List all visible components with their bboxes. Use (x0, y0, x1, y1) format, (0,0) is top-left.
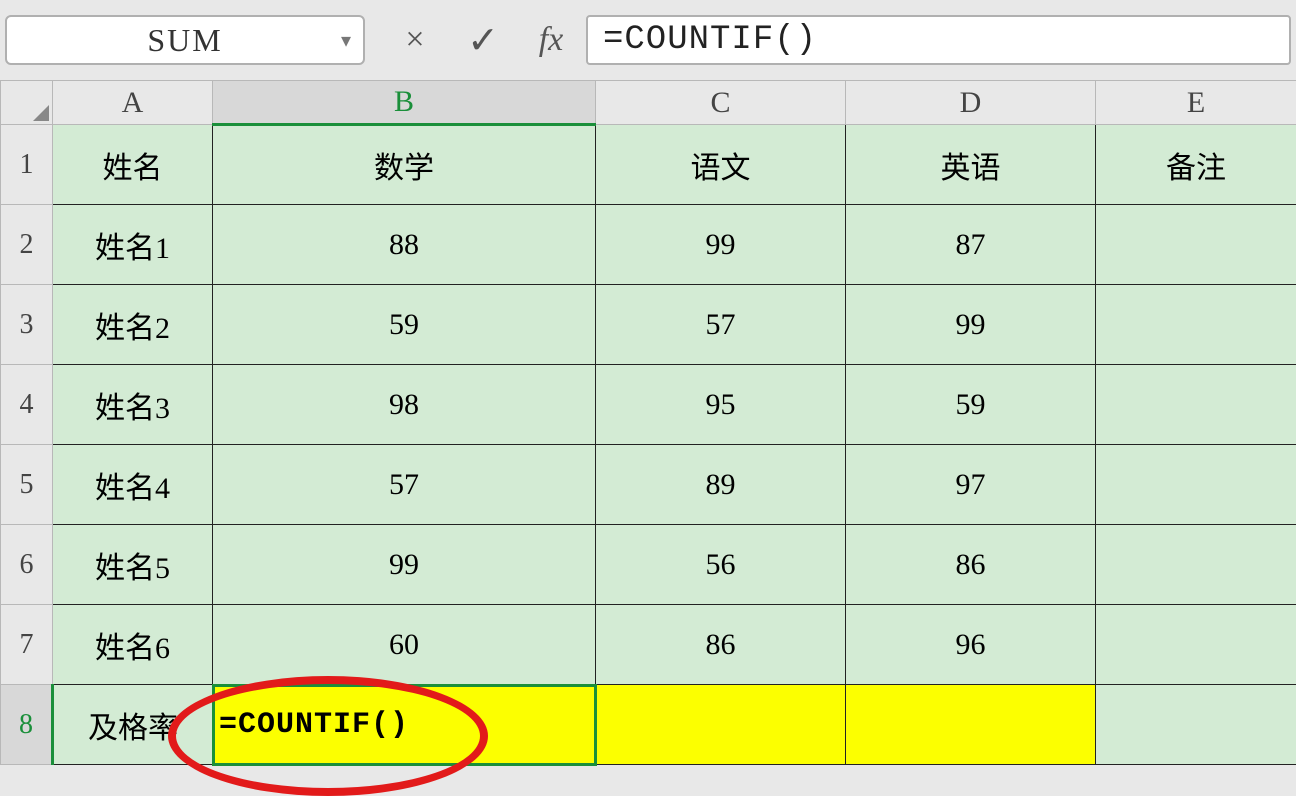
cell-A2[interactable]: 姓名1 (53, 205, 213, 285)
cell-D8[interactable] (846, 685, 1096, 765)
cell-E8[interactable] (1096, 685, 1296, 765)
cell-A7[interactable]: 姓名6 (53, 605, 213, 685)
table-row: 4 姓名3 98 95 59 (1, 365, 1296, 445)
column-header-row: A B C D E (1, 81, 1296, 125)
formula-bar-icons: × ✓ fx (395, 18, 571, 63)
table-row: 1 姓名 数学 语文 英语 备注 (1, 125, 1296, 205)
name-box-dropdown-icon[interactable]: ▾ (341, 28, 353, 53)
row-header-1[interactable]: 1 (1, 125, 53, 205)
spreadsheet-table: A B C D E 1 姓名 数学 语文 英语 备注 2 姓名1 88 99 8… (0, 80, 1296, 765)
row-header-4[interactable]: 4 (1, 365, 53, 445)
cell-B6[interactable]: 99 (213, 525, 596, 605)
col-header-E[interactable]: E (1096, 81, 1296, 125)
cell-D4[interactable]: 59 (846, 365, 1096, 445)
table-row: 3 姓名2 59 57 99 (1, 285, 1296, 365)
cell-E3[interactable] (1096, 285, 1296, 365)
cell-E6[interactable] (1096, 525, 1296, 605)
cell-C3[interactable]: 57 (596, 285, 846, 365)
row-header-3[interactable]: 3 (1, 285, 53, 365)
cell-C1[interactable]: 语文 (596, 125, 846, 205)
cancel-icon[interactable]: × (395, 21, 435, 59)
table-row: 7 姓名6 60 86 96 (1, 605, 1296, 685)
row-header-2[interactable]: 2 (1, 205, 53, 285)
cell-E1[interactable]: 备注 (1096, 125, 1296, 205)
cell-D2[interactable]: 87 (846, 205, 1096, 285)
cell-C8[interactable] (596, 685, 846, 765)
cell-C6[interactable]: 56 (596, 525, 846, 605)
cell-B4[interactable]: 98 (213, 365, 596, 445)
cell-D1[interactable]: 英语 (846, 125, 1096, 205)
confirm-icon[interactable]: ✓ (463, 18, 503, 63)
cell-A1[interactable]: 姓名 (53, 125, 213, 205)
cell-B7[interactable]: 60 (213, 605, 596, 685)
cell-C2[interactable]: 99 (596, 205, 846, 285)
cell-A5[interactable]: 姓名4 (53, 445, 213, 525)
formula-input-value: =COUNTIF() (603, 21, 817, 59)
name-box-value: SUM (147, 22, 222, 59)
cell-B8-active[interactable]: =COUNTIF() (213, 685, 596, 765)
fx-icon[interactable]: fx (531, 21, 571, 59)
cell-B2[interactable]: 88 (213, 205, 596, 285)
col-header-B[interactable]: B (213, 81, 596, 125)
cell-B5[interactable]: 57 (213, 445, 596, 525)
cell-B1[interactable]: 数学 (213, 125, 596, 205)
cell-E7[interactable] (1096, 605, 1296, 685)
row-header-5[interactable]: 5 (1, 445, 53, 525)
cell-D3[interactable]: 99 (846, 285, 1096, 365)
formula-input[interactable]: =COUNTIF() (586, 15, 1291, 65)
table-row: 8 及格率 =COUNTIF() (1, 685, 1296, 765)
col-header-C[interactable]: C (596, 81, 846, 125)
table-row: 5 姓名4 57 89 97 (1, 445, 1296, 525)
cell-E4[interactable] (1096, 365, 1296, 445)
cell-C5[interactable]: 89 (596, 445, 846, 525)
name-box[interactable]: SUM ▾ (5, 15, 365, 65)
cell-B3[interactable]: 59 (213, 285, 596, 365)
cell-A3[interactable]: 姓名2 (53, 285, 213, 365)
row-header-7[interactable]: 7 (1, 605, 53, 685)
row-header-8[interactable]: 8 (1, 685, 53, 765)
select-all-corner[interactable] (1, 81, 53, 125)
cell-D5[interactable]: 97 (846, 445, 1096, 525)
spreadsheet-grid: A B C D E 1 姓名 数学 语文 英语 备注 2 姓名1 88 99 8… (0, 80, 1296, 765)
table-row: 6 姓名5 99 56 86 (1, 525, 1296, 605)
cell-C4[interactable]: 95 (596, 365, 846, 445)
table-row: 2 姓名1 88 99 87 (1, 205, 1296, 285)
formula-bar: SUM ▾ × ✓ fx =COUNTIF() (0, 0, 1296, 80)
cell-D7[interactable]: 96 (846, 605, 1096, 685)
cell-E5[interactable] (1096, 445, 1296, 525)
cell-C7[interactable]: 86 (596, 605, 846, 685)
col-header-D[interactable]: D (846, 81, 1096, 125)
cell-A4[interactable]: 姓名3 (53, 365, 213, 445)
col-header-A[interactable]: A (53, 81, 213, 125)
cell-A8[interactable]: 及格率 (53, 685, 213, 765)
row-header-6[interactable]: 6 (1, 525, 53, 605)
cell-E2[interactable] (1096, 205, 1296, 285)
cell-D6[interactable]: 86 (846, 525, 1096, 605)
cell-A6[interactable]: 姓名5 (53, 525, 213, 605)
